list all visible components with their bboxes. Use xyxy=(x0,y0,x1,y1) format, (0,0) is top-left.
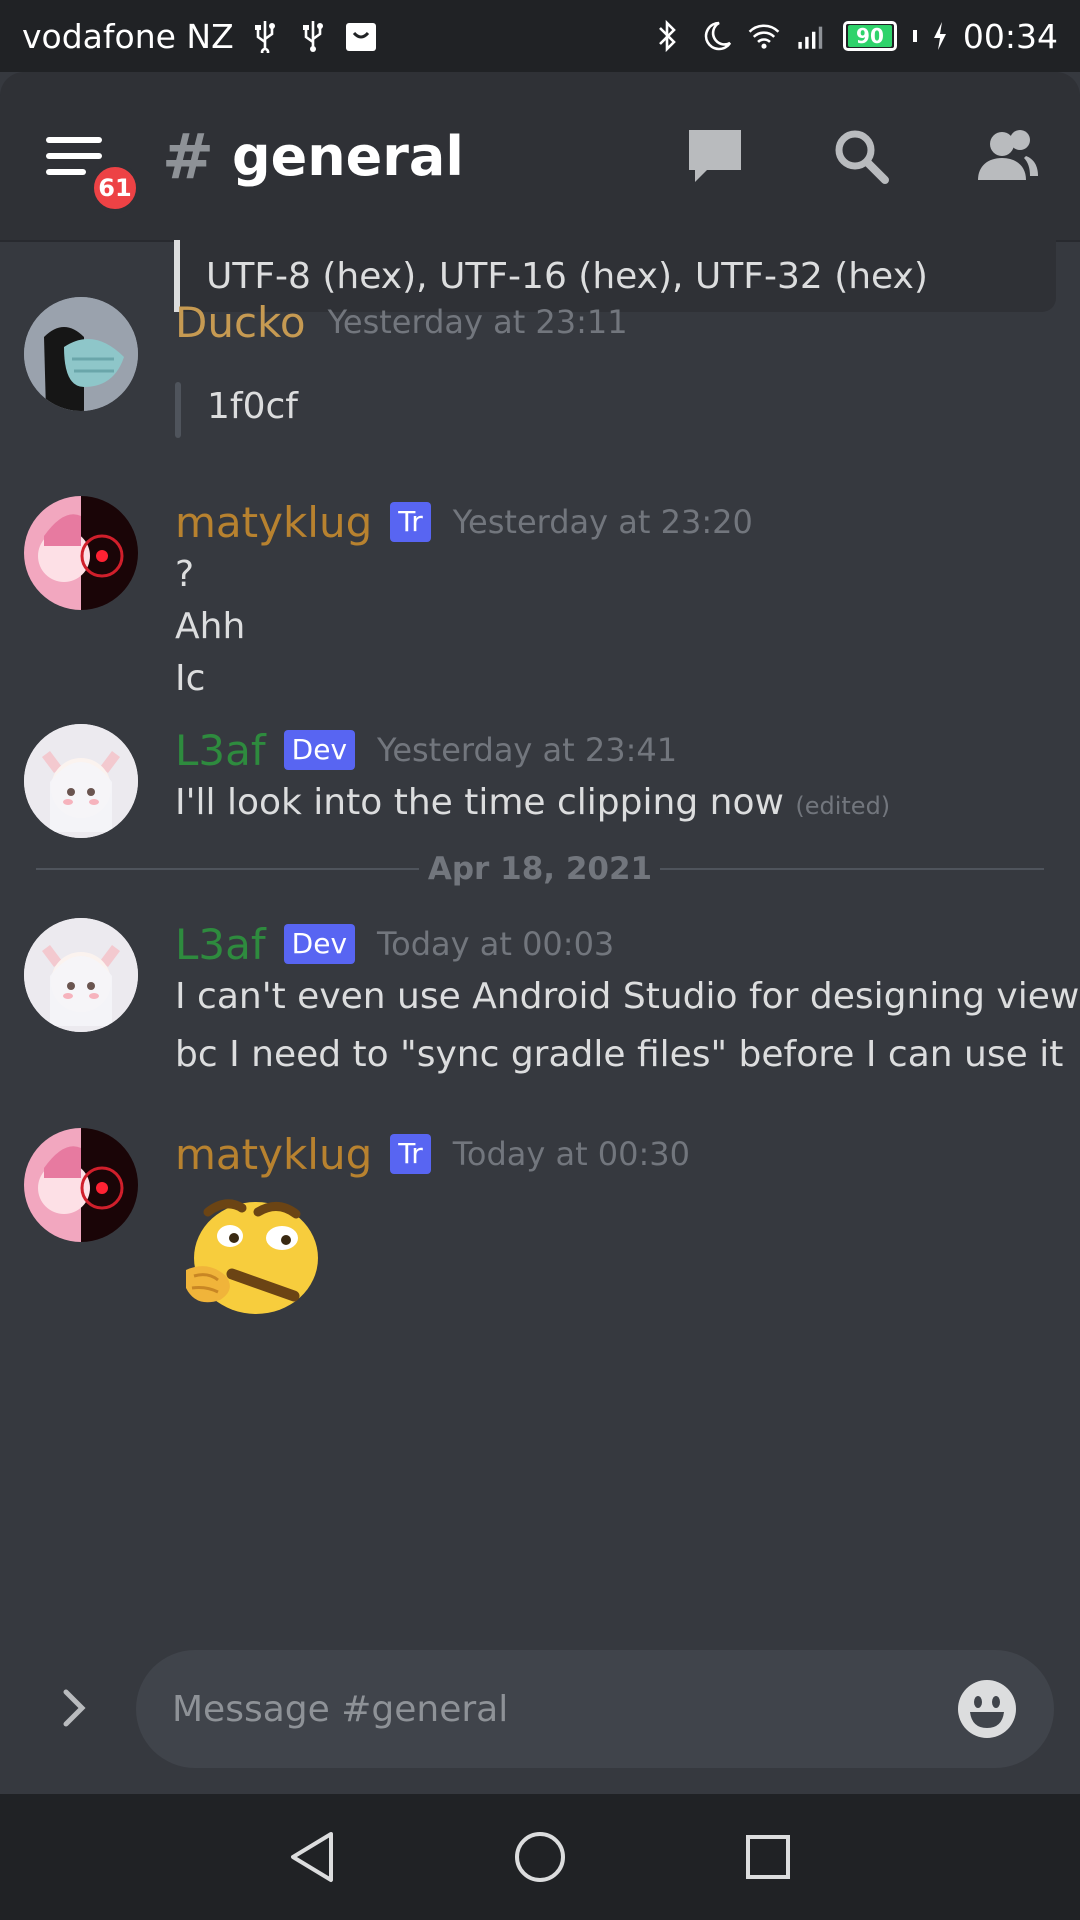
role-tag: Dev xyxy=(283,924,356,964)
message-input-wrapper xyxy=(136,1650,1054,1768)
message-text: Ahh xyxy=(175,606,246,647)
expand-actions-button[interactable] xyxy=(50,1678,100,1738)
thonk-emoji[interactable] xyxy=(180,1192,326,1322)
bluetooth-icon xyxy=(651,19,685,53)
role-tag: Tr xyxy=(390,502,431,542)
message-group: L3af Dev Yesterday at 23:41 I'll look in… xyxy=(0,720,1080,840)
message-text: Ic xyxy=(175,658,206,699)
avatar[interactable] xyxy=(24,496,138,610)
author-name[interactable]: L3af xyxy=(175,726,266,775)
threads-icon[interactable] xyxy=(682,123,748,189)
timestamp: Today at 00:30 xyxy=(452,1135,691,1173)
battery-level: 90 xyxy=(848,25,892,47)
message-group: Ducko Yesterday at 23:11 1f0cf xyxy=(0,292,1080,482)
message-header: L3af Dev Today at 00:03 xyxy=(175,914,614,974)
message-group: matyklug Tr Today at 00:30 xyxy=(0,1124,1080,1324)
message-input[interactable] xyxy=(172,1688,932,1730)
shopping-bag-icon xyxy=(344,19,378,53)
role-tag: Dev xyxy=(283,730,356,770)
message-header: L3af Dev Yesterday at 23:41 xyxy=(175,720,677,780)
edited-marker: (edited) xyxy=(795,792,891,820)
usb-icon xyxy=(248,19,282,53)
timestamp: Yesterday at 23:11 xyxy=(327,303,628,341)
avatar[interactable] xyxy=(24,1128,138,1242)
message-body: I'll look into the time clipping now xyxy=(175,782,784,823)
timestamp: Yesterday at 23:41 xyxy=(377,731,678,769)
status-bar: vodafone NZ 90 00:34 xyxy=(0,0,1080,72)
message-group: L3af Dev Today at 00:03 I can't even use… xyxy=(0,914,1080,1094)
emoji-picker-button[interactable] xyxy=(956,1678,1018,1740)
recents-square-icon xyxy=(746,1835,790,1879)
message-header: matyklug Tr Today at 00:30 xyxy=(175,1124,690,1184)
message-header: matyklug Tr Yesterday at 23:20 xyxy=(175,492,753,552)
chevron-right-icon xyxy=(63,1689,86,1727)
discord-screen: vodafone NZ 90 00:34 61 # general UTF-8 … xyxy=(0,0,1080,1920)
back-button[interactable] xyxy=(282,1827,342,1887)
back-triangle-icon xyxy=(291,1832,333,1882)
embed-text: UTF-8 (hex), UTF-16 (hex), UTF-32 (hex) xyxy=(206,255,928,297)
message-text: bc I need to "sync gradle files" before … xyxy=(175,1034,1064,1075)
channel-header: 61 # general xyxy=(0,72,1080,240)
smiley-icon xyxy=(958,1680,1016,1738)
message-text: 1f0cf xyxy=(207,386,298,427)
battery-icon: 90 xyxy=(843,21,897,51)
date-divider: Apr 18, 2021 xyxy=(36,849,1044,889)
message-text: ? xyxy=(175,554,195,595)
message-text: I can't even use Android Studio for desi… xyxy=(175,976,1080,1017)
search-icon[interactable] xyxy=(828,123,894,189)
wifi-icon xyxy=(747,19,781,53)
avatar[interactable] xyxy=(24,918,138,1032)
channel-name: general xyxy=(231,124,464,188)
message-list[interactable]: UTF-8 (hex), UTF-16 (hex), UTF-32 (hex) … xyxy=(0,240,1080,1630)
system-nav-bar xyxy=(0,1794,1080,1920)
battery-nub xyxy=(912,30,917,42)
recents-button[interactable] xyxy=(738,1827,798,1887)
avatar[interactable] xyxy=(24,724,138,838)
divider-date: Apr 18, 2021 xyxy=(427,851,653,887)
author-name[interactable]: matyklug xyxy=(175,1130,372,1179)
role-tag: Tr xyxy=(390,1134,431,1174)
mention-count-badge: 61 xyxy=(90,163,140,213)
carrier-label: vodafone NZ xyxy=(22,16,234,56)
message-text: I'll look into the time clipping now (ed… xyxy=(175,782,890,823)
usb-icon xyxy=(296,19,330,53)
timestamp: Yesterday at 23:20 xyxy=(452,503,753,541)
status-left: vodafone NZ xyxy=(22,17,378,56)
members-icon[interactable] xyxy=(974,123,1040,189)
drawer-menu-button[interactable]: 61 xyxy=(40,121,140,213)
status-right: 90 00:34 xyxy=(651,17,1058,56)
moon-icon xyxy=(699,19,733,53)
author-name[interactable]: L3af xyxy=(175,920,266,969)
signal-icon xyxy=(795,19,829,53)
message-header: Ducko Yesterday at 23:11 xyxy=(175,292,628,352)
home-circle-icon xyxy=(515,1832,565,1882)
quote-bar xyxy=(175,382,181,438)
header-actions xyxy=(682,123,1040,189)
clock: 00:34 xyxy=(962,16,1058,56)
message-group: matyklug Tr Yesterday at 23:20 ? Ahh Ic xyxy=(0,492,1080,702)
timestamp: Today at 00:03 xyxy=(377,925,615,963)
home-button[interactable] xyxy=(510,1827,570,1887)
avatar[interactable] xyxy=(24,297,138,411)
author-name[interactable]: Ducko xyxy=(175,298,306,347)
channel-hash-icon: # xyxy=(162,119,214,193)
charging-icon xyxy=(931,19,949,53)
message-composer xyxy=(0,1630,1080,1794)
author-name[interactable]: matyklug xyxy=(175,498,372,547)
